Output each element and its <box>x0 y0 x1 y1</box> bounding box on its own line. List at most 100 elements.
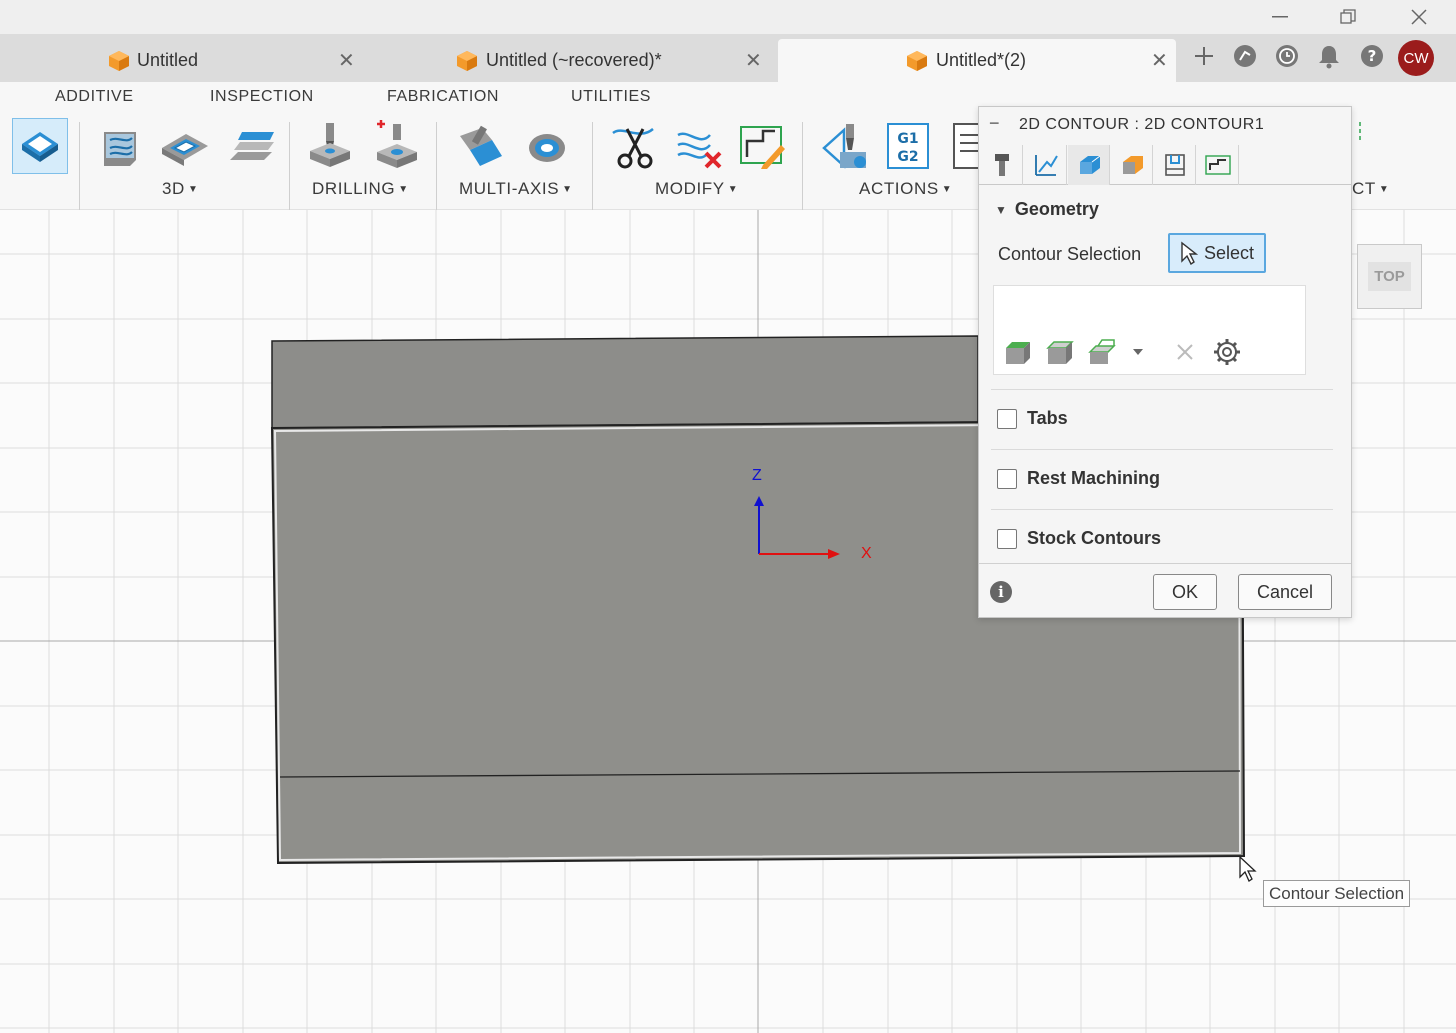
edit-pattern-icon <box>740 126 785 169</box>
drill-button[interactable] <box>302 118 358 174</box>
delete-toolpath-button[interactable] <box>671 118 727 174</box>
adaptive-clearing-button[interactable] <box>92 118 148 174</box>
group-modify-label[interactable]: MODIFY ▼ <box>655 179 738 199</box>
dialog-tab-strip <box>979 145 1351 185</box>
job-status-button[interactable] <box>1271 40 1303 72</box>
tab-geometry[interactable] <box>1068 145 1110 185</box>
ribbon-separator <box>802 122 803 212</box>
ribbon-tab-additive[interactable]: ADDITIVE <box>55 88 134 106</box>
view-cube[interactable]: TOP <box>1357 244 1422 309</box>
select-contour-chain-button[interactable] <box>1002 338 1032 366</box>
notification-bell-icon <box>1319 46 1339 69</box>
tabs-option[interactable]: Tabs <box>997 408 1068 429</box>
mouse-cursor-icon <box>1239 855 1257 882</box>
simulate-button[interactable] <box>818 118 874 174</box>
group-multi-axis-label[interactable]: MULTI-AXIS ▼ <box>459 179 573 199</box>
parallel-button[interactable] <box>222 118 278 174</box>
3d-adaptive-icon <box>104 132 136 166</box>
contour-selection-tooltip: Contour Selection <box>1263 880 1411 907</box>
tab-passes[interactable] <box>1025 145 1067 185</box>
selection-dropdown[interactable] <box>1128 338 1148 366</box>
svg-text:G2: G2 <box>897 149 918 165</box>
hole-recognition-button[interactable] <box>368 118 424 174</box>
select-face-contour-button[interactable] <box>1044 338 1074 366</box>
tab-close-icon[interactable]: ✕ <box>338 48 355 73</box>
group-actions-label[interactable]: ACTIONS ▼ <box>859 179 952 199</box>
clear-selection-button[interactable] <box>1170 338 1200 366</box>
geometry-section-header[interactable]: ▼ Geometry <box>995 199 1099 220</box>
clear-x-icon <box>1177 344 1193 360</box>
close-window-button[interactable] <box>1399 4 1439 30</box>
passes-icon <box>1034 155 1058 176</box>
fusion-window: Untitled ✕ Untitled (~recovered)* ✕ Unti… <box>0 0 1456 1033</box>
close-icon <box>1411 9 1427 25</box>
help-button[interactable]: ? <box>1356 40 1388 72</box>
pocket-clearing-button[interactable] <box>156 118 212 174</box>
info-icon[interactable]: i <box>990 581 1012 603</box>
rotary-button[interactable] <box>518 118 574 174</box>
dialog-header[interactable]: − 2D CONTOUR : 2D CONTOUR1 <box>979 107 1351 143</box>
ribbon-tab-fabrication[interactable]: FABRICATION <box>387 88 499 106</box>
stock-contours-checkbox[interactable] <box>997 528 1017 549</box>
rotary-icon <box>529 134 565 162</box>
tab-post-process[interactable] <box>1197 145 1239 185</box>
tab-linking[interactable] <box>1154 145 1196 185</box>
user-avatar[interactable]: CW <box>1398 40 1434 76</box>
contour-selection-label: Contour Selection <box>998 244 1142 264</box>
ribbon-separator <box>289 122 290 212</box>
restore-button[interactable] <box>1328 4 1368 30</box>
tab-untitled-recovered[interactable]: Untitled (~recovered)* ✕ <box>388 39 776 82</box>
silhouette-icon <box>1088 339 1116 364</box>
ok-button[interactable]: OK <box>1153 574 1217 610</box>
select-icon <box>1359 122 1361 142</box>
restore-icon <box>1340 9 1356 24</box>
tab-untitled-2[interactable]: Untitled*(2) ✕ <box>778 39 1176 82</box>
job-status-icon <box>1276 45 1298 67</box>
tab-label: Untitled*(2) <box>936 50 1027 70</box>
setup-sheet-icon <box>953 123 978 169</box>
ribbon-tab-utilities[interactable]: UTILITIES <box>571 88 651 106</box>
cancel-button[interactable]: Cancel <box>1238 574 1332 610</box>
tab-close-icon[interactable]: ✕ <box>1151 48 1168 73</box>
tab-tool[interactable] <box>981 145 1023 185</box>
divider <box>991 389 1333 390</box>
collapse-dialog-icon[interactable]: − <box>989 113 1000 134</box>
stock-contours-label: Stock Contours <box>1027 528 1162 548</box>
tab-untitled[interactable]: Untitled ✕ <box>0 39 388 82</box>
linking-icon <box>1164 154 1185 176</box>
heights-icon <box>1122 156 1143 174</box>
edit-toolpath-button[interactable] <box>734 118 790 174</box>
minimize-button[interactable] <box>1260 4 1300 30</box>
drill-icon <box>310 123 350 167</box>
simulate-icon <box>822 124 866 169</box>
stock-contours-option[interactable]: Stock Contours <box>997 528 1161 549</box>
post-process-button[interactable]: G1 G2 <box>880 118 936 174</box>
chain-select-icon <box>1006 342 1030 364</box>
extensions-button[interactable] <box>1229 40 1261 72</box>
multiaxis-contour-button[interactable] <box>452 118 508 174</box>
trim-button[interactable] <box>606 118 662 174</box>
setup-button[interactable] <box>12 118 68 174</box>
notifications-button[interactable] <box>1313 40 1345 72</box>
setup-sheet-button[interactable] <box>944 118 978 174</box>
tab-heights[interactable] <box>1111 145 1153 185</box>
tabs-label: Tabs <box>1027 408 1068 428</box>
group-select-label[interactable]: CT ▼ <box>1352 179 1389 199</box>
gear-icon <box>1214 339 1240 365</box>
tabs-checkbox[interactable] <box>997 408 1017 429</box>
group-drilling-label[interactable]: DRILLING ▼ <box>312 179 409 199</box>
group-3d-label[interactable]: 3D ▼ <box>162 179 198 199</box>
view-cube-top-face[interactable]: TOP <box>1368 262 1411 291</box>
ribbon-separator <box>592 122 593 212</box>
contour-selection-box[interactable] <box>993 285 1306 375</box>
rest-machining-option[interactable]: Rest Machining <box>997 468 1160 489</box>
rest-machining-checkbox[interactable] <box>997 468 1017 489</box>
footer-divider <box>979 563 1351 564</box>
contour-select-button[interactable]: Select <box>1168 233 1266 273</box>
selection-settings-button[interactable] <box>1212 338 1242 366</box>
ribbon-tab-inspection[interactable]: INSPECTION <box>210 88 314 106</box>
new-tab-button[interactable] <box>1188 40 1220 72</box>
tool-icon <box>994 154 1009 176</box>
tab-close-icon[interactable]: ✕ <box>745 48 762 73</box>
select-silhouette-button[interactable] <box>1086 338 1116 366</box>
